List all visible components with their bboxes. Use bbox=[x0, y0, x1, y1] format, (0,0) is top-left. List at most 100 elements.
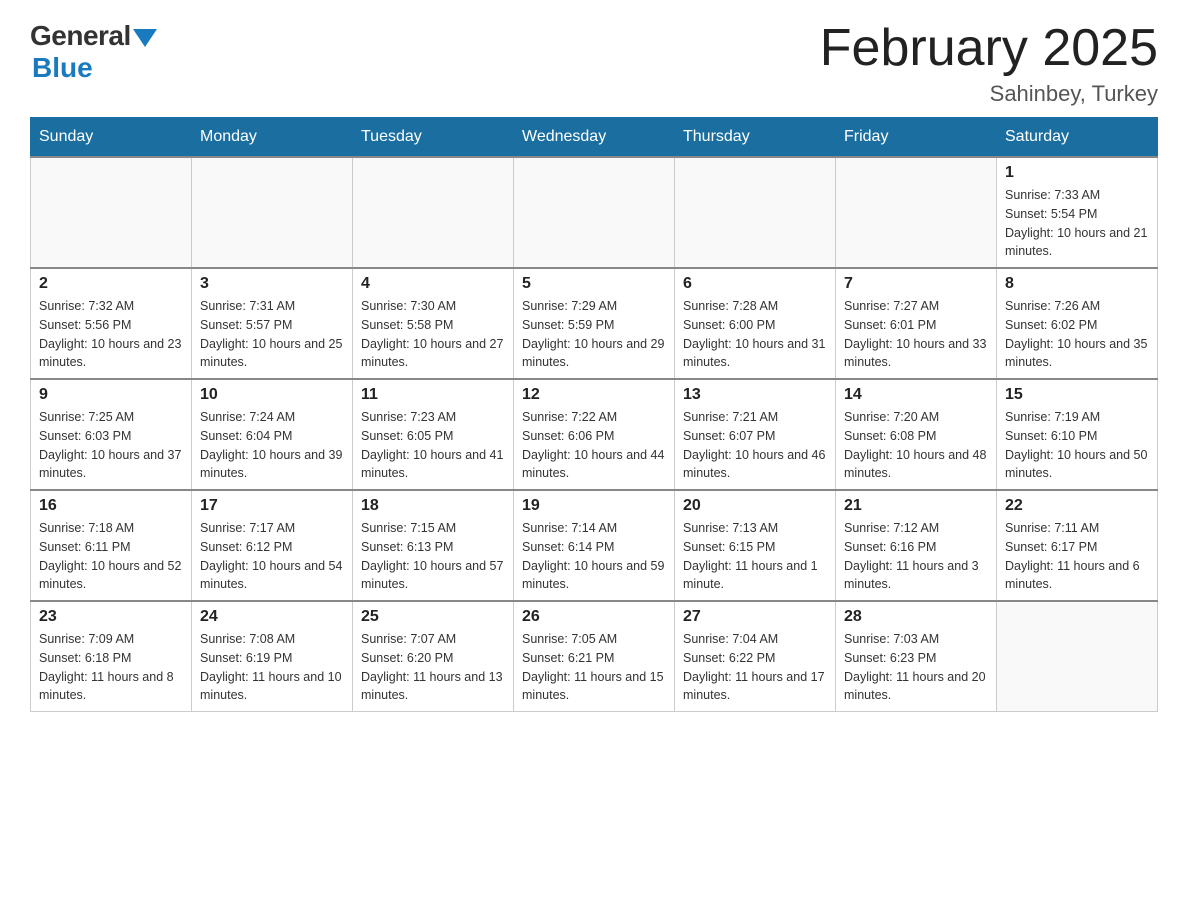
day-number: 12 bbox=[522, 386, 666, 404]
table-row: 11 Sunrise: 7:23 AMSunset: 6:05 PMDayligh… bbox=[353, 379, 514, 490]
table-row: 6 Sunrise: 7:28 AMSunset: 6:00 PMDaylight… bbox=[675, 268, 836, 379]
day-info: Sunrise: 7:13 AMSunset: 6:15 PMDaylight:… bbox=[683, 519, 827, 594]
table-row: 20Sunrise: 7:13 AMSunset: 6:15 PMDayligh… bbox=[675, 490, 836, 601]
table-row: 27 Sunrise: 7:04 AMSunset: 6:22 PMDayligh… bbox=[675, 601, 836, 712]
day-number: 4 bbox=[361, 275, 505, 293]
col-friday: Friday bbox=[836, 118, 997, 158]
page-header: General Blue February 2025 Sahinbey, Tur… bbox=[30, 20, 1158, 107]
logo-general-text: General bbox=[30, 20, 131, 52]
day-info: Sunrise: 7:19 AMSunset: 6:10 PMDaylight:… bbox=[1005, 408, 1149, 483]
table-row: 2 Sunrise: 7:32 AMSunset: 5:56 PMDaylight… bbox=[31, 268, 192, 379]
logo-arrow-icon bbox=[133, 29, 157, 47]
day-number: 16 bbox=[39, 497, 183, 515]
day-number: 8 bbox=[1005, 275, 1149, 293]
day-number: 2 bbox=[39, 275, 183, 293]
day-number: 28 bbox=[844, 608, 988, 626]
day-number: 24 bbox=[200, 608, 344, 626]
day-info: Sunrise: 7:25 AMSunset: 6:03 PMDaylight:… bbox=[39, 408, 183, 483]
day-info: Sunrise: 7:33 AMSunset: 5:54 PMDaylight:… bbox=[1005, 186, 1149, 261]
table-row: 24 Sunrise: 7:08 AMSunset: 6:19 PMDayligh… bbox=[192, 601, 353, 712]
location-label: Sahinbey, Turkey bbox=[820, 81, 1158, 107]
day-info: Sunrise: 7:32 AMSunset: 5:56 PMDaylight:… bbox=[39, 297, 183, 372]
day-info: Sunrise: 7:26 AMSunset: 6:02 PMDaylight:… bbox=[1005, 297, 1149, 372]
table-row: 12 Sunrise: 7:22 AMSunset: 6:06 PMDayligh… bbox=[514, 379, 675, 490]
table-row bbox=[31, 157, 192, 268]
day-info: Sunrise: 7:24 AMSunset: 6:04 PMDaylight:… bbox=[200, 408, 344, 483]
table-row: 3 Sunrise: 7:31 AMSunset: 5:57 PMDaylight… bbox=[192, 268, 353, 379]
day-number: 9 bbox=[39, 386, 183, 404]
day-number: 26 bbox=[522, 608, 666, 626]
day-info: Sunrise: 7:20 AMSunset: 6:08 PMDaylight:… bbox=[844, 408, 988, 483]
day-info: Sunrise: 7:11 AMSunset: 6:17 PMDaylight:… bbox=[1005, 519, 1149, 594]
col-sunday: Sunday bbox=[31, 118, 192, 158]
table-row: 1 Sunrise: 7:33 AMSunset: 5:54 PMDaylight… bbox=[997, 157, 1158, 268]
table-row: 18 Sunrise: 7:15 AMSunset: 6:13 PMDayligh… bbox=[353, 490, 514, 601]
col-tuesday: Tuesday bbox=[353, 118, 514, 158]
day-number: 5 bbox=[522, 275, 666, 293]
day-number: 13 bbox=[683, 386, 827, 404]
table-row: 21 Sunrise: 7:12 AMSunset: 6:16 PMDayligh… bbox=[836, 490, 997, 601]
logo-blue-text: Blue bbox=[32, 52, 93, 84]
table-row: 10 Sunrise: 7:24 AMSunset: 6:04 PMDayligh… bbox=[192, 379, 353, 490]
table-row: 7Sunrise: 7:27 AMSunset: 6:01 PMDaylight… bbox=[836, 268, 997, 379]
table-row: 13 Sunrise: 7:21 AMSunset: 6:07 PMDayligh… bbox=[675, 379, 836, 490]
day-number: 7 bbox=[844, 275, 988, 293]
day-number: 10 bbox=[200, 386, 344, 404]
day-number: 19 bbox=[522, 497, 666, 515]
table-row: 15 Sunrise: 7:19 AMSunset: 6:10 PMDayligh… bbox=[997, 379, 1158, 490]
table-row bbox=[192, 157, 353, 268]
calendar-week-row: 16 Sunrise: 7:18 AMSunset: 6:11 PMDayligh… bbox=[31, 490, 1158, 601]
table-row: 23Sunrise: 7:09 AMSunset: 6:18 PMDayligh… bbox=[31, 601, 192, 712]
day-number: 11 bbox=[361, 386, 505, 404]
table-row: 19Sunrise: 7:14 AMSunset: 6:14 PMDayligh… bbox=[514, 490, 675, 601]
table-row bbox=[836, 157, 997, 268]
day-info: Sunrise: 7:15 AMSunset: 6:13 PMDaylight:… bbox=[361, 519, 505, 594]
day-info: Sunrise: 7:23 AMSunset: 6:05 PMDaylight:… bbox=[361, 408, 505, 483]
day-number: 25 bbox=[361, 608, 505, 626]
day-number: 3 bbox=[200, 275, 344, 293]
day-info: Sunrise: 7:07 AMSunset: 6:20 PMDaylight:… bbox=[361, 630, 505, 705]
table-row: 28Sunrise: 7:03 AMSunset: 6:23 PMDayligh… bbox=[836, 601, 997, 712]
table-row: 17 Sunrise: 7:17 AMSunset: 6:12 PMDayligh… bbox=[192, 490, 353, 601]
day-number: 27 bbox=[683, 608, 827, 626]
day-info: Sunrise: 7:08 AMSunset: 6:19 PMDaylight:… bbox=[200, 630, 344, 705]
day-info: Sunrise: 7:05 AMSunset: 6:21 PMDaylight:… bbox=[522, 630, 666, 705]
day-info: Sunrise: 7:30 AMSunset: 5:58 PMDaylight:… bbox=[361, 297, 505, 372]
day-info: Sunrise: 7:12 AMSunset: 6:16 PMDaylight:… bbox=[844, 519, 988, 594]
table-row: 4 Sunrise: 7:30 AMSunset: 5:58 PMDaylight… bbox=[353, 268, 514, 379]
calendar-week-row: 23Sunrise: 7:09 AMSunset: 6:18 PMDayligh… bbox=[31, 601, 1158, 712]
day-number: 22 bbox=[1005, 497, 1149, 515]
col-monday: Monday bbox=[192, 118, 353, 158]
col-thursday: Thursday bbox=[675, 118, 836, 158]
day-number: 6 bbox=[683, 275, 827, 293]
table-row: 26 Sunrise: 7:05 AMSunset: 6:21 PMDayligh… bbox=[514, 601, 675, 712]
day-info: Sunrise: 7:17 AMSunset: 6:12 PMDaylight:… bbox=[200, 519, 344, 594]
table-row: 25 Sunrise: 7:07 AMSunset: 6:20 PMDayligh… bbox=[353, 601, 514, 712]
col-saturday: Saturday bbox=[997, 118, 1158, 158]
day-info: Sunrise: 7:31 AMSunset: 5:57 PMDaylight:… bbox=[200, 297, 344, 372]
day-info: Sunrise: 7:21 AMSunset: 6:07 PMDaylight:… bbox=[683, 408, 827, 483]
day-number: 21 bbox=[844, 497, 988, 515]
day-number: 1 bbox=[1005, 164, 1149, 182]
day-number: 17 bbox=[200, 497, 344, 515]
calendar-week-row: 2 Sunrise: 7:32 AMSunset: 5:56 PMDaylight… bbox=[31, 268, 1158, 379]
day-info: Sunrise: 7:28 AMSunset: 6:00 PMDaylight:… bbox=[683, 297, 827, 372]
day-number: 18 bbox=[361, 497, 505, 515]
table-row: 16 Sunrise: 7:18 AMSunset: 6:11 PMDayligh… bbox=[31, 490, 192, 601]
logo: General Blue bbox=[30, 20, 157, 84]
day-info: Sunrise: 7:09 AMSunset: 6:18 PMDaylight:… bbox=[39, 630, 183, 705]
table-row bbox=[675, 157, 836, 268]
table-row: 14 Sunrise: 7:20 AMSunset: 6:08 PMDayligh… bbox=[836, 379, 997, 490]
day-info: Sunrise: 7:04 AMSunset: 6:22 PMDaylight:… bbox=[683, 630, 827, 705]
table-row: 9 Sunrise: 7:25 AMSunset: 6:03 PMDaylight… bbox=[31, 379, 192, 490]
title-block: February 2025 Sahinbey, Turkey bbox=[820, 20, 1158, 107]
day-number: 14 bbox=[844, 386, 988, 404]
table-row bbox=[997, 601, 1158, 712]
day-info: Sunrise: 7:22 AMSunset: 6:06 PMDaylight:… bbox=[522, 408, 666, 483]
table-row bbox=[514, 157, 675, 268]
day-info: Sunrise: 7:29 AMSunset: 5:59 PMDaylight:… bbox=[522, 297, 666, 372]
table-row: 5 Sunrise: 7:29 AMSunset: 5:59 PMDaylight… bbox=[514, 268, 675, 379]
day-number: 15 bbox=[1005, 386, 1149, 404]
table-row bbox=[353, 157, 514, 268]
day-info: Sunrise: 7:18 AMSunset: 6:11 PMDaylight:… bbox=[39, 519, 183, 594]
